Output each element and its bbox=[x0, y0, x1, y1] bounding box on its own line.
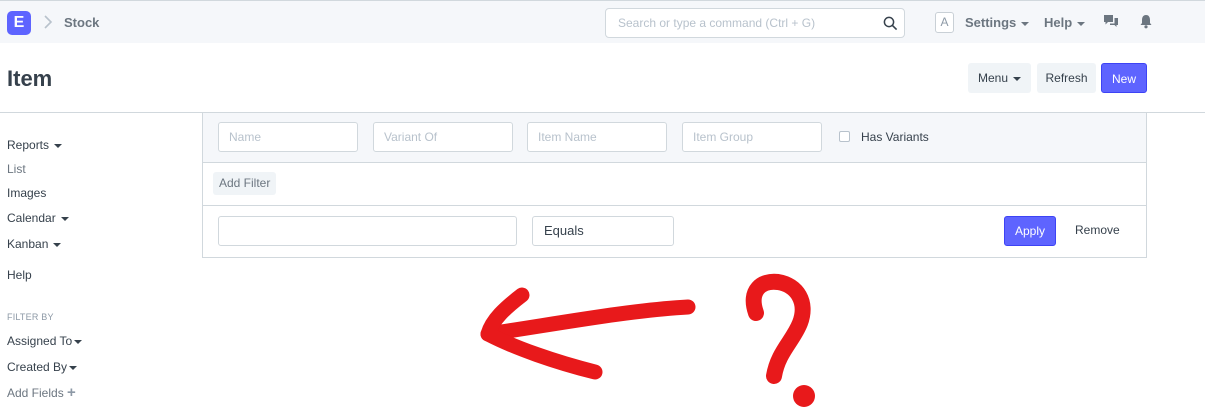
sidebar-item-images[interactable]: Images bbox=[7, 186, 46, 200]
sidebar-item-label: Reports bbox=[7, 138, 50, 152]
menu-button[interactable]: Menu bbox=[968, 63, 1031, 93]
page-title: Item bbox=[7, 66, 53, 91]
add-fields-button[interactable]: Add Fields + bbox=[7, 384, 76, 401]
sidebar-item-label: Created By bbox=[7, 360, 68, 374]
filter-edit-row: Equals Apply Remove bbox=[203, 205, 1146, 257]
sidebar-filter-created-by[interactable]: Created By bbox=[7, 360, 78, 374]
item-name-filter-input[interactable] bbox=[527, 122, 667, 152]
settings-dropdown[interactable]: Settings bbox=[965, 15, 1030, 30]
sidebar-item-reports[interactable]: Reports bbox=[7, 138, 63, 152]
has-variants-checkbox[interactable] bbox=[839, 131, 850, 142]
search-input[interactable] bbox=[616, 15, 875, 31]
sidebar-item-list[interactable]: List bbox=[7, 162, 26, 176]
menu-label: Menu bbox=[977, 71, 1009, 85]
name-filter-input[interactable] bbox=[218, 122, 358, 152]
chat-icon[interactable] bbox=[1103, 14, 1119, 29]
caret-down-icon bbox=[54, 143, 63, 148]
apply-button[interactable]: Apply bbox=[1004, 216, 1056, 246]
caret-down-icon bbox=[1021, 21, 1030, 26]
filter-area: Has Variants Add Filter Equals Apply Rem… bbox=[202, 113, 1147, 258]
sidebar-item-label: Calendar bbox=[7, 211, 56, 225]
breadcrumb-stock[interactable]: Stock bbox=[64, 15, 99, 30]
caret-down-icon bbox=[53, 242, 62, 247]
chevron-right-icon bbox=[44, 15, 53, 29]
add-filter-row: Add Filter bbox=[203, 162, 1146, 206]
item-group-filter-input[interactable] bbox=[682, 122, 822, 152]
add-filter-button[interactable]: Add Filter bbox=[213, 172, 277, 195]
page-head: Item Menu Refresh New bbox=[0, 43, 1205, 113]
add-fields-label: Add Fields bbox=[7, 386, 64, 400]
has-variants-label[interactable]: Has Variants bbox=[861, 130, 929, 144]
sidebar-filter-assigned-to[interactable]: Assigned To bbox=[7, 334, 83, 348]
variant-of-filter-input[interactable] bbox=[373, 122, 513, 152]
avatar[interactable]: A bbox=[935, 12, 954, 33]
remove-button[interactable]: Remove bbox=[1075, 223, 1120, 237]
sidebar-item-label: Kanban bbox=[7, 237, 49, 251]
search-bar[interactable] bbox=[605, 8, 905, 38]
caret-down-icon bbox=[60, 216, 69, 221]
help-dropdown[interactable]: Help bbox=[1044, 15, 1086, 30]
new-button[interactable]: New bbox=[1101, 63, 1147, 93]
settings-label: Settings bbox=[965, 15, 1017, 30]
caret-down-icon bbox=[1013, 76, 1022, 81]
caret-down-icon bbox=[1077, 21, 1086, 26]
condition-select[interactable]: Equals bbox=[532, 216, 674, 246]
standard-filters: Has Variants bbox=[203, 113, 1146, 163]
sidebar-item-help[interactable]: Help bbox=[7, 268, 32, 282]
app-logo[interactable]: E bbox=[7, 11, 31, 35]
bell-icon[interactable] bbox=[1139, 14, 1153, 29]
sidebar: Reports List Images Calendar Kanban Help… bbox=[0, 113, 190, 414]
search-icon[interactable] bbox=[883, 16, 898, 31]
sidebar-item-kanban[interactable]: Kanban bbox=[7, 237, 62, 251]
navbar: E Stock A Settings Help bbox=[0, 0, 1205, 43]
sidebar-item-label: Assigned To bbox=[7, 334, 73, 348]
red-arrow-icon bbox=[480, 287, 696, 380]
filter-by-heading: FILTER BY bbox=[7, 312, 54, 322]
question-mark-drawing bbox=[745, 273, 815, 407]
annotation-drawing bbox=[480, 273, 815, 407]
caret-down-icon bbox=[69, 365, 78, 370]
help-label: Help bbox=[1044, 15, 1073, 30]
refresh-button[interactable]: Refresh bbox=[1037, 63, 1096, 93]
filter-field-input[interactable] bbox=[218, 216, 517, 246]
plus-icon: + bbox=[67, 384, 76, 401]
caret-down-icon bbox=[74, 339, 83, 344]
sidebar-item-calendar[interactable]: Calendar bbox=[7, 211, 69, 225]
